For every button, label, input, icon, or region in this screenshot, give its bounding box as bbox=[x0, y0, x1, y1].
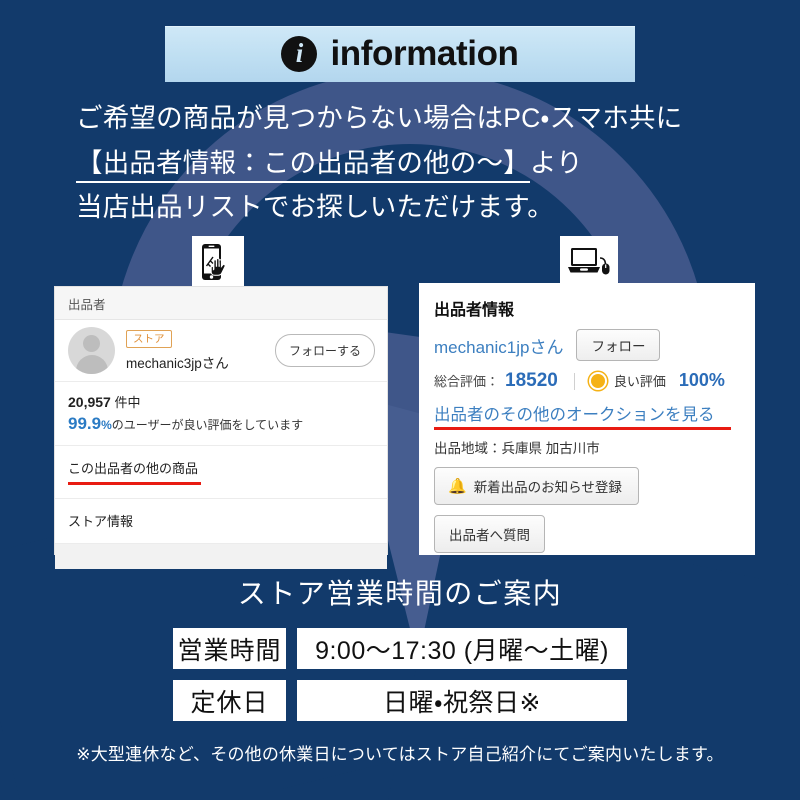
pc-good-rating-value: 100% bbox=[678, 370, 725, 390]
mobile-rating-text: のユーザーが良い評価をしています bbox=[111, 418, 304, 432]
hours-note: ※大型連休など、その他の休業日についてはストア自己紹介にてご案内いたします。 bbox=[76, 745, 724, 764]
mobile-card-header: 出品者 bbox=[55, 287, 387, 320]
mobile-seller-meta: ストア mechanic3jpさん bbox=[126, 329, 275, 372]
pc-follow-button[interactable]: フォロー bbox=[576, 329, 661, 361]
mobile-other-items-link[interactable]: この出品者の他の商品 bbox=[55, 446, 387, 499]
hours-row-1-value: 日曜・祝祭日※ bbox=[297, 680, 627, 721]
mobile-rating-count: 20,957 bbox=[68, 394, 111, 410]
information-banner: i information ご希望の商品が見つからない場合はPC・スマホ共に 【… bbox=[0, 0, 800, 800]
mobile-card-footer bbox=[55, 544, 387, 569]
bell-icon: 🔔 bbox=[448, 477, 467, 495]
mobile-rating-percent-symbol: % bbox=[101, 418, 112, 432]
laptop-mouse-icon bbox=[560, 236, 618, 288]
mobile-rating-percent: 99.9 bbox=[68, 414, 102, 433]
pc-total-rating-value: 18520 bbox=[505, 370, 558, 391]
hours-row-1-label: 定休日 bbox=[173, 680, 286, 721]
pc-auction-link-wrap[interactable]: 出品者のその他のオークションを見る bbox=[434, 392, 741, 430]
pc-ask-seller-button[interactable]: 出品者へ質問 bbox=[434, 515, 545, 553]
mobile-rating-count-row: 20,957 件中 bbox=[68, 392, 374, 411]
hours-section-title: ストア営業時間のご案内 bbox=[237, 578, 563, 609]
mobile-link-underline bbox=[68, 482, 201, 485]
hours-row-0-value: 9:00〜17:30 (月曜〜土曜) bbox=[297, 628, 627, 669]
intro-line-2-underlined: 【出品者情報：この出品者の他の〜】 bbox=[76, 147, 530, 183]
hours-table: 営業時間 9:00〜17:30 (月曜〜土曜) 定休日 日曜・祝祭日※ bbox=[0, 628, 800, 732]
info-circle-icon: i bbox=[281, 36, 318, 72]
mobile-seller-row: ストア mechanic3jpさん フォローする bbox=[55, 320, 387, 382]
mobile-seller-card: 出品者 ストア mechanic3jpさん フォローする 20,957 件中 9… bbox=[55, 287, 387, 569]
pc-new-listing-alert-button[interactable]: 🔔 新着出品のお知らせ登録 bbox=[434, 467, 639, 505]
pc-seller-card: 出品者情報 mechanic1jpさん フォロー 総合評価： 18520 良い評… bbox=[419, 283, 755, 555]
mobile-follow-button[interactable]: フォローする bbox=[274, 334, 375, 367]
mobile-rating-percent-row: 99.9%のユーザーが良い評価をしています bbox=[68, 414, 374, 434]
avatar bbox=[68, 327, 115, 374]
store-badge: ストア bbox=[126, 330, 172, 349]
pc-rating-divider bbox=[573, 372, 575, 390]
pc-seller-name[interactable]: mechanic1jpさん bbox=[434, 333, 563, 358]
information-header: i information bbox=[165, 26, 635, 82]
mobile-rating-block: 20,957 件中 99.9%のユーザーが良い評価をしています bbox=[55, 382, 387, 446]
pc-good-rating-label: 良い評価 bbox=[613, 374, 666, 389]
pc-alert-button-label: 新着出品のお知らせ登録 bbox=[473, 480, 622, 495]
header-title: information bbox=[330, 34, 519, 73]
sun-icon bbox=[590, 374, 605, 388]
pc-rating-row: 総合評価： 18520 良い評価 100% bbox=[434, 370, 741, 392]
pc-seller-row: mechanic1jpさん フォロー bbox=[434, 329, 741, 361]
intro-line-1: ご希望の商品が見つからない場合はPC・スマホ共に bbox=[76, 103, 683, 133]
pc-auction-link: 出品者のその他のオークションを見る bbox=[434, 406, 715, 424]
mobile-store-info-label: ストア情報 bbox=[68, 514, 134, 529]
pc-total-rating-label: 総合評価： bbox=[434, 374, 500, 389]
pc-card-title: 出品者情報 bbox=[434, 302, 515, 319]
mobile-seller-name: mechanic3jpさん bbox=[126, 356, 229, 372]
mobile-store-info-link[interactable]: ストア情報 bbox=[55, 499, 387, 544]
intro-line-3: 当店出品リストでお探しいただけます。 bbox=[76, 192, 554, 223]
table-row: 営業時間 9:00〜17:30 (月曜〜土曜) bbox=[0, 628, 800, 669]
mobile-rating-count-suffix: 件中 bbox=[114, 395, 141, 410]
mobile-other-items-label: この出品者の他の商品 bbox=[68, 461, 199, 476]
hours-row-0-label: 営業時間 bbox=[173, 628, 286, 669]
pc-auction-link-underline bbox=[434, 427, 731, 430]
pc-seller-area: 出品地域：兵庫県 加古川市 bbox=[434, 441, 600, 456]
intro-text: ご希望の商品が見つからない場合はPC・スマホ共に 【出品者情報：この出品者の他の… bbox=[76, 96, 756, 230]
table-row: 定休日 日曜・祝祭日※ bbox=[0, 680, 800, 721]
intro-line-2: 【出品者情報：この出品者の他の〜】より bbox=[76, 141, 756, 186]
smartphone-tap-icon bbox=[192, 236, 244, 288]
intro-line-2-tail: より bbox=[529, 147, 583, 178]
